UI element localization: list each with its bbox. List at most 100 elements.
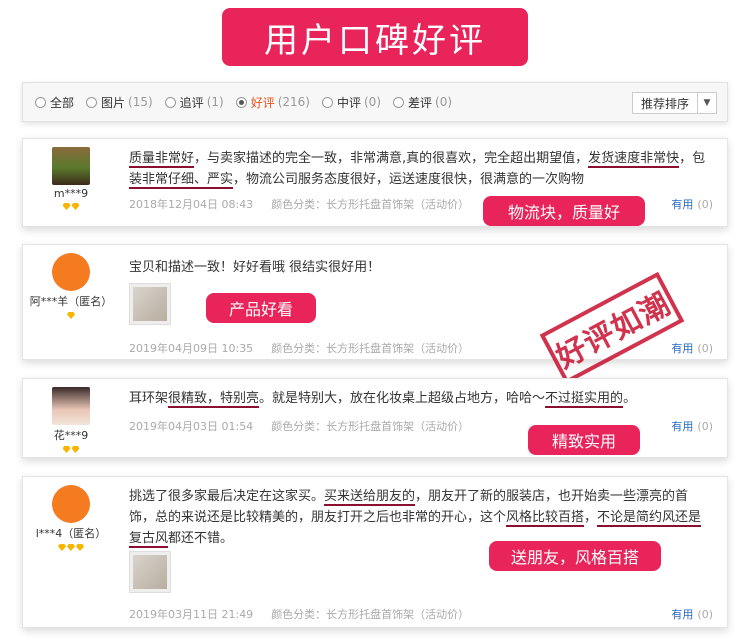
avatar — [52, 387, 90, 425]
avatar — [52, 485, 90, 523]
review-date: 2019年04月09日 10:35 — [129, 342, 254, 355]
review-meta: 2019年04月09日 10:35 颜色分类：长方形托盘首饰架（活动价） — [129, 340, 469, 356]
username: 阿***羊（匿名） — [29, 295, 113, 308]
diamond-icon — [71, 446, 80, 453]
text-fragment: ，包 — [679, 151, 706, 166]
radio-icon[interactable] — [393, 96, 404, 108]
username: 花***9 — [53, 429, 89, 442]
review-meta: 2018年12月04日 08:43 颜色分类：长方形托盘首饰架（活动价） — [129, 196, 469, 212]
useful-link[interactable]: 有用 — [671, 342, 693, 355]
text-fragment: 。就是特别大，放在化妆桌上超级占地方，哈哈～ — [259, 391, 546, 406]
text-fragment: 都还不错。 — [168, 531, 234, 546]
page-banner-title: 用户口碑好评 — [222, 8, 528, 66]
filter-label: 差评 — [408, 95, 433, 110]
diamond-icon — [62, 446, 71, 453]
filter-count: (15) — [128, 95, 153, 109]
review-date: 2018年12月04日 08:43 — [129, 198, 254, 211]
useful-link[interactable]: 有用 — [671, 608, 693, 621]
radio-icon[interactable] — [164, 96, 176, 108]
useful-counter: 有用 (0) — [671, 418, 713, 434]
useful-count: (0) — [697, 608, 713, 621]
review-spec: 颜色分类：长方形托盘首饰架（活动价） — [271, 420, 470, 433]
text-highlight: 风格比较百搭 — [506, 510, 585, 527]
radio-icon[interactable] — [35, 96, 46, 108]
review-meta: 2019年03月11日 21:49 颜色分类：长方形托盘首饰架（活动价） — [129, 606, 469, 622]
useful-count: (0) — [697, 420, 713, 433]
text-highlight: 发货速度非常快 — [588, 151, 680, 168]
highlight-tag: 送朋友，风格百搭 — [489, 541, 661, 571]
diamond-icon — [67, 312, 75, 319]
filter-label: 中评 — [336, 95, 361, 110]
review-date: 2019年03月11日 21:49 — [129, 608, 254, 621]
diamond-icon — [76, 544, 84, 551]
user-level-badges — [23, 203, 119, 210]
useful-counter: 有用 (0) — [671, 196, 713, 212]
avatar — [52, 147, 90, 185]
review-user: 花***9 — [23, 379, 119, 453]
user-level-badges — [23, 446, 119, 453]
highlight-tag: 物流块，质量好 — [483, 196, 645, 226]
filter-count: (1) — [206, 95, 224, 109]
username: l***4（匿名） — [35, 527, 107, 540]
useful-count: (0) — [697, 198, 713, 211]
text-highlight: 买来送给朋友的 — [324, 489, 416, 506]
text-highlight: 不过挺实用的 — [545, 391, 624, 408]
diamond-icon — [71, 203, 80, 210]
sort-label: 推荐排序 — [633, 93, 698, 113]
useful-link[interactable]: 有用 — [671, 420, 693, 433]
radio-selected-icon[interactable] — [235, 96, 247, 108]
filter-follow-up[interactable]: 追评 (1) — [164, 94, 224, 111]
text-fragment: 耳环架 — [129, 391, 169, 406]
review-user: m***9 — [23, 139, 119, 210]
user-level-badges — [23, 544, 119, 551]
filter-count: (216) — [277, 95, 310, 109]
user-level-badges — [23, 312, 119, 319]
avatar — [52, 253, 90, 291]
diamond-icon — [58, 544, 66, 551]
highlight-tag: 精致实用 — [528, 425, 640, 455]
filter-positive[interactable]: 好评 (216) — [235, 94, 310, 111]
username: m***9 — [53, 187, 89, 200]
filter-count: (0) — [435, 95, 453, 109]
review-text: 宝贝和描述一致！好好看哦 很结实很好用！ — [129, 257, 713, 278]
useful-link[interactable]: 有用 — [671, 198, 693, 211]
review-user: l***4（匿名） — [23, 477, 119, 551]
sort-dropdown[interactable]: 推荐排序 ▼ — [631, 92, 717, 114]
filter-neutral[interactable]: 中评 (0) — [321, 94, 381, 111]
text-highlight: 装非常仔细、严实 — [129, 172, 234, 189]
review-spec: 颜色分类：长方形托盘首饰架（活动价） — [271, 608, 470, 621]
useful-count: (0) — [697, 342, 713, 355]
highlight-tag: 产品好看 — [206, 293, 316, 323]
text-fragment: 宝贝和描述一致！好好看哦 很结实很好用！ — [129, 260, 381, 275]
chevron-down-icon[interactable]: ▼ — [698, 98, 716, 108]
diamond-icon — [62, 203, 71, 210]
diamond-icon — [67, 544, 75, 551]
review-spec: 颜色分类：长方形托盘首饰架（活动价） — [271, 342, 470, 355]
text-fragment: ，与卖家描述的完全一致，非常满意,真的很喜欢，完全超出期望值， — [194, 151, 589, 166]
review-meta: 2019年04月03日 01:54 颜色分类：长方形托盘首饰架（活动价） — [129, 418, 469, 434]
review-text: 质量非常好，与卖家描述的完全一致，非常满意,真的很喜欢，完全超出期望值，发货速度… — [129, 148, 713, 190]
filter-negative[interactable]: 差评 (0) — [393, 94, 452, 111]
review-card: 花***9 耳环架很精致，特别亮。就是特别大，放在化妆桌上超级占地方，哈哈～不过… — [22, 378, 728, 458]
review-user: 阿***羊（匿名） — [23, 245, 119, 319]
text-highlight: 很精致，特别亮 — [168, 391, 260, 408]
text-fragment: 挑选了很多家最后决定在这家买。 — [129, 489, 325, 504]
review-filter-bar: 全部 图片 (15) 追评 (1) 好评 (216) 中评 (0) 差评 (0)… — [22, 82, 728, 122]
review-photo-thumbnail[interactable] — [129, 551, 171, 593]
filter-images[interactable]: 图片 (15) — [86, 94, 153, 111]
filter-label: 全部 — [50, 95, 75, 110]
useful-counter: 有用 (0) — [671, 340, 713, 356]
filter-label: 追评 — [179, 95, 204, 110]
review-card: m***9 质量非常好，与卖家描述的完全一致，非常满意,真的很喜欢，完全超出期望… — [22, 138, 728, 227]
radio-icon[interactable] — [86, 96, 98, 108]
review-photo-thumbnail[interactable] — [129, 283, 171, 325]
filter-all[interactable]: 全部 — [35, 94, 74, 111]
review-text: 耳环架很精致，特别亮。就是特别大，放在化妆桌上超级占地方，哈哈～不过挺实用的。 — [129, 388, 713, 409]
radio-icon[interactable] — [321, 96, 333, 108]
text-highlight: 质量非常好 — [129, 151, 195, 168]
text-fragment: ，物流公司服务态度很好，运送速度很快，很满意的一次购物 — [233, 172, 585, 187]
filter-label: 好评 — [250, 95, 275, 110]
review-spec: 颜色分类：长方形托盘首饰架（活动价） — [271, 198, 470, 211]
review-text: 挑选了很多家最后决定在这家买。买来送给朋友的，朋友开了新的服装店，也开始卖一些漂… — [129, 486, 713, 549]
review-date: 2019年04月03日 01:54 — [129, 420, 254, 433]
